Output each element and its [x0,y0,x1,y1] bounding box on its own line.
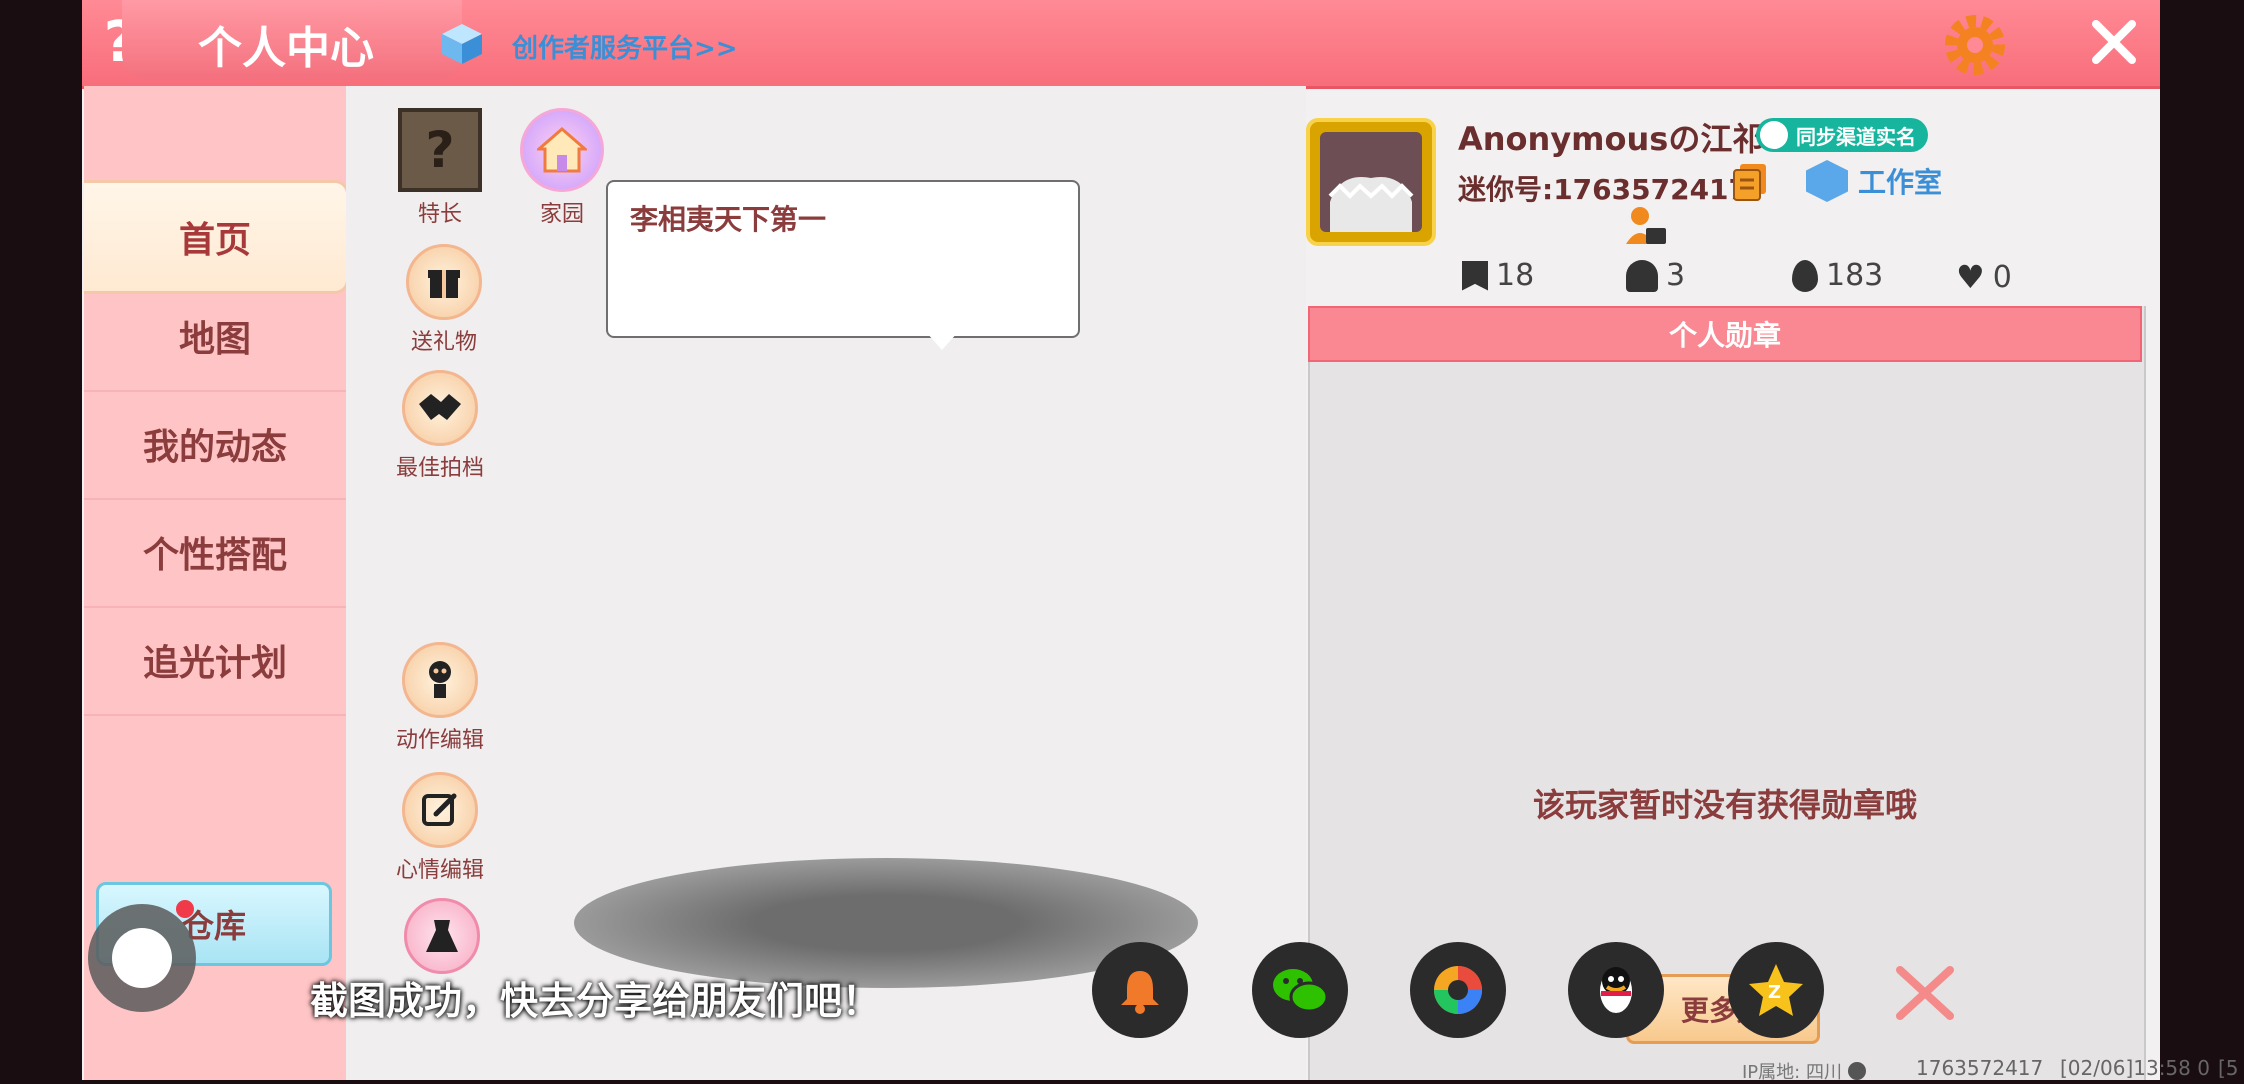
bubble-tail [926,332,958,350]
gear-icon [1945,15,2005,75]
best-partner-button[interactable]: 最佳拍档 [396,370,484,482]
qzone-star-icon: Z [1749,964,1803,1016]
moments-icon [1434,966,1482,1014]
close-icon [1896,966,1954,1020]
avatar-hair-icon [1328,177,1414,232]
footer-extra: [5 [2218,1056,2239,1080]
person-check-icon [1760,121,1788,149]
fans-icon [1626,259,1658,292]
wechat-icon [1273,969,1329,1013]
avatar[interactable] [1306,118,1436,246]
footer-id: 1763572417 [1916,1056,2044,1080]
mood-edit-button[interactable]: 心情编辑 [396,772,484,884]
mood-text: 李相夷天下第一 [630,203,827,236]
robot-icon [402,642,478,718]
svg-text:Z: Z [1768,982,1781,1003]
plus-bookmark-icon [1462,260,1488,291]
heart-icon: ♥ [1956,258,1985,296]
copy-id-button[interactable] [1732,162,1770,202]
share-qq-button[interactable] [1568,942,1664,1038]
stat-fans[interactable]: 3 [1626,258,1685,293]
sidebar-item-moments[interactable]: 我的动态 [84,390,346,500]
circle-icon [112,928,172,988]
close-button[interactable] [2086,14,2142,70]
sidebar-item-home[interactable]: 首页 [84,180,349,294]
person-card-icon[interactable] [1624,204,1668,248]
stat-followed[interactable]: 18 [1462,258,1534,293]
copy-icon [1733,164,1766,201]
qq-penguin-icon [1600,967,1632,1013]
sync-realname-badge[interactable]: 同步渠道实名 [1756,118,1928,152]
edit-icon [402,772,478,848]
share-notify-button[interactable] [1092,942,1188,1038]
stat-likes[interactable]: ♥ 0 [1956,258,2012,296]
gift-icon [406,244,482,320]
studio-icon [1806,160,1848,202]
creator-platform-link[interactable]: 创作者服务平台>> [512,28,738,65]
handshake-icon [402,370,478,446]
dress-icon [404,898,480,974]
share-wechat-button[interactable] [1252,942,1348,1038]
footer-time: [02/06]13:58 0 [2060,1056,2210,1080]
sidebar-item-map[interactable]: 地图 [84,282,346,392]
close-icon [2092,20,2136,64]
ip-location: IP属地: 四川 [1742,1058,1866,1084]
studio-link[interactable]: 工作室 [1806,160,1942,202]
no-medal-message: 该玩家暂时没有获得勋章哦 [1532,786,1917,824]
house-icon [520,108,604,192]
page-title: 个人中心 [198,23,374,74]
mood-bubble: 李相夷天下第一 [606,180,1080,350]
medal-panel-header: 个人勋章 [1308,306,2142,362]
screenshot-toast: 截图成功，快去分享给朋友们吧！ [310,979,881,1023]
sidebar-item-light-plan[interactable]: 追光计划 [84,606,346,716]
share-close-button[interactable] [1890,962,1960,1024]
outfit-button[interactable] [404,898,480,974]
notification-dot [176,900,194,918]
share-moments-button[interactable] [1410,942,1506,1038]
action-edit-button[interactable]: 动作编辑 [396,642,484,754]
sidebar-item-outfit[interactable]: 个性搭配 [84,498,346,608]
bell-icon [1121,971,1159,1014]
mini-id: 迷你号:1763572417 [1458,173,1749,206]
share-qzone-button[interactable]: Z [1728,942,1824,1038]
mystery-block-icon: ? [398,108,482,192]
floating-assist-button[interactable] [88,904,196,1012]
info-icon[interactable] [1847,1062,1866,1080]
specialty-button[interactable]: ? 特长 [398,108,482,228]
username: Anonymousの江祁. [1458,120,1777,158]
cube-icon [440,22,484,66]
settings-button[interactable] [1940,10,2010,80]
gift-button[interactable]: 送礼物 [406,244,482,356]
stat-popularity[interactable]: 183 [1792,258,1883,293]
home-button[interactable]: 家园 [520,108,604,228]
fire-icon [1792,259,1818,292]
